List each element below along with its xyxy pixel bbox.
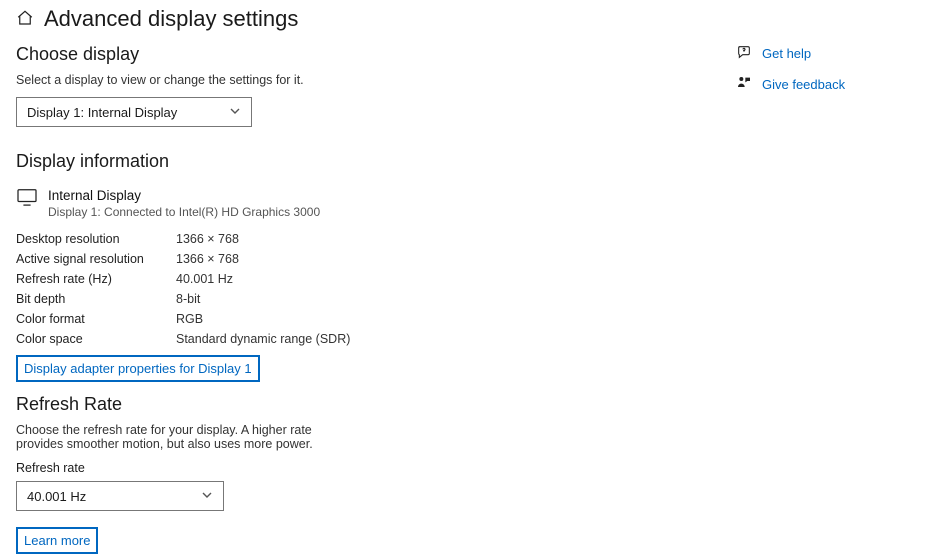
choose-display-heading: Choose display [16, 44, 736, 65]
display-information-heading: Display information [16, 151, 736, 172]
chevron-down-icon [229, 105, 241, 120]
display-select[interactable]: Display 1: Internal Display [16, 97, 252, 127]
refresh-rate-heading: Refresh Rate [16, 394, 736, 415]
refresh-rate-label: Refresh rate [16, 461, 736, 475]
help-icon [736, 44, 752, 63]
display-subtitle: Display 1: Connected to Intel(R) HD Grap… [48, 205, 320, 219]
choose-display-helper: Select a display to view or change the s… [16, 73, 736, 87]
feedback-icon [736, 75, 752, 94]
home-icon[interactable] [16, 9, 34, 30]
info-row: Desktop resolution 1366 × 768 [16, 229, 736, 249]
page-title: Advanced display settings [44, 6, 298, 32]
monitor-icon [16, 188, 38, 209]
adapter-properties-link[interactable]: Display adapter properties for Display 1 [16, 355, 260, 382]
get-help-link[interactable]: Get help [736, 44, 906, 63]
refresh-rate-select[interactable]: 40.001 Hz [16, 481, 224, 511]
info-row: Bit depth 8-bit [16, 289, 736, 309]
chevron-down-icon [201, 489, 213, 504]
info-row: Refresh rate (Hz) 40.001 Hz [16, 269, 736, 289]
display-name: Internal Display [48, 188, 320, 203]
info-row: Color space Standard dynamic range (SDR) [16, 329, 736, 349]
info-row: Active signal resolution 1366 × 768 [16, 249, 736, 269]
refresh-rate-value: 40.001 Hz [27, 489, 86, 504]
display-select-value: Display 1: Internal Display [27, 105, 177, 120]
learn-more-link[interactable]: Learn more [16, 527, 98, 554]
refresh-rate-helper: Choose the refresh rate for your display… [16, 423, 336, 451]
give-feedback-link[interactable]: Give feedback [736, 75, 906, 94]
info-row: Color format RGB [16, 309, 736, 329]
